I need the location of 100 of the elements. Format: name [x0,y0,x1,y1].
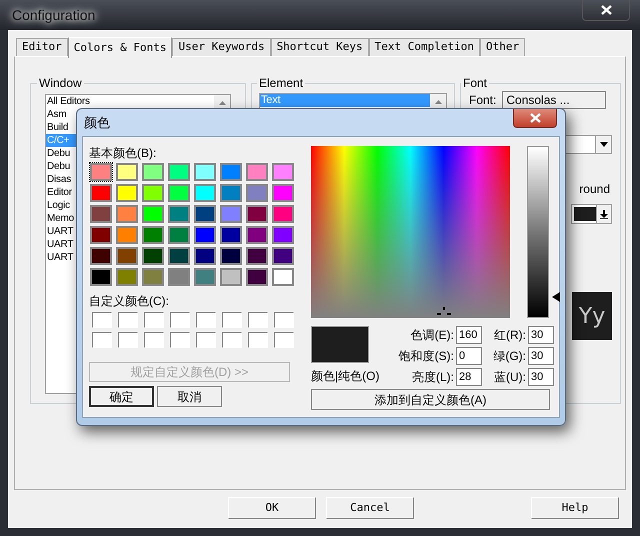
field-label: 亮度(L): [411,369,454,386]
color-swatch[interactable] [219,183,243,203]
color-swatch[interactable] [245,162,269,182]
color-swatch[interactable] [219,204,243,224]
add-to-custom-colors-button[interactable]: 添加到自定义颜色(A) [311,389,550,410]
color-swatch[interactable] [167,183,191,203]
custom-color-swatch[interactable] [92,312,112,328]
custom-color-swatch[interactable] [248,312,268,328]
color-swatch[interactable] [115,204,139,224]
custom-color-swatch[interactable] [274,332,294,348]
input-field[interactable]: 28 [456,368,482,386]
color-swatch[interactable] [271,204,295,224]
field-label: 饱和度(S): [398,348,454,365]
tab[interactable]: Other [480,38,526,56]
color-swatch[interactable] [89,162,113,182]
color-swatch[interactable] [141,267,165,287]
cancel-button[interactable]: Cancel [326,497,414,519]
tab[interactable]: User Keywords [172,38,271,56]
input-field[interactable]: 30 [528,347,554,365]
color-swatch[interactable] [115,225,139,245]
color-swatch[interactable] [193,267,217,287]
custom-color-swatch[interactable] [196,312,216,328]
color-swatch[interactable] [193,183,217,203]
color-swatch[interactable] [89,183,113,203]
custom-color-swatch[interactable] [248,332,268,348]
custom-color-swatch[interactable] [222,312,242,328]
color-swatch[interactable] [193,204,217,224]
custom-color-swatch[interactable] [196,332,216,348]
input-field[interactable]: 0 [456,347,482,365]
color-swatch[interactable] [167,246,191,266]
tab[interactable]: Colors & Fonts [68,37,172,58]
color-swatch[interactable] [167,225,191,245]
cancel-button[interactable]: 取消 [157,386,222,407]
color-swatch[interactable] [245,204,269,224]
help-button[interactable]: Help [531,497,619,519]
color-swatch[interactable] [271,225,295,245]
color-swatch[interactable] [245,246,269,266]
tab[interactable]: Text Completion [368,38,480,56]
custom-color-swatch[interactable] [118,312,138,328]
color-swatch[interactable] [89,267,113,287]
custom-color-swatch[interactable] [118,332,138,348]
color-swatch[interactable] [245,183,269,203]
color-swatch[interactable] [89,225,113,245]
color-swatch[interactable] [115,183,139,203]
color-combo[interactable] [571,204,612,224]
close-button[interactable] [513,109,557,128]
color-swatch[interactable] [167,204,191,224]
window-title: Configuration [11,6,96,25]
ok-button[interactable]: OK [228,497,316,519]
color-swatch[interactable] [219,246,243,266]
color-swatch[interactable] [141,162,165,182]
list-item[interactable]: All Editors [46,95,214,108]
close-icon [530,113,540,123]
color-swatch[interactable] [193,225,217,245]
color-swatch[interactable] [271,267,295,287]
tab[interactable]: Shortcut Keys [270,38,369,56]
font-button[interactable]: Consolas ... [502,91,606,109]
color-swatch[interactable] [271,162,295,182]
color-swatch[interactable] [219,162,243,182]
color-swatch[interactable] [141,204,165,224]
color-swatch[interactable] [115,162,139,182]
color-swatch[interactable] [219,267,243,287]
background-label: round [579,181,610,198]
color-swatch[interactable] [271,246,295,266]
color-swatch[interactable] [115,246,139,266]
input-field[interactable]: 30 [528,368,554,386]
color-swatch[interactable] [245,225,269,245]
color-swatch[interactable] [141,225,165,245]
dialog-title: 颜色 [84,114,110,132]
custom-colors-label: 自定义颜色(C): [89,294,170,308]
field-label: 绿(G): [492,348,526,365]
close-button[interactable] [582,0,630,21]
color-swatch[interactable] [141,183,165,203]
ok-button[interactable]: 确定 [89,386,154,407]
color-swatch[interactable] [167,267,191,287]
group-title: Element [258,75,304,92]
custom-color-swatch[interactable] [170,312,190,328]
crosshair-icon [437,307,451,317]
color-swatch[interactable] [167,162,191,182]
group-title: Font [462,75,488,92]
color-swatch[interactable] [193,246,217,266]
input-field[interactable]: 30 [528,326,554,344]
custom-color-swatch[interactable] [222,332,242,348]
custom-color-swatch[interactable] [274,312,294,328]
color-spectrum[interactable] [311,146,510,318]
color-swatch[interactable] [245,267,269,287]
custom-color-swatch[interactable] [144,332,164,348]
color-swatch[interactable] [271,183,295,203]
color-swatch[interactable] [193,162,217,182]
color-swatch[interactable] [219,225,243,245]
input-field[interactable]: 160 [456,326,482,344]
color-swatch[interactable] [141,246,165,266]
tab[interactable]: Editor [16,38,68,56]
custom-color-swatch[interactable] [170,332,190,348]
luminance-slider-arrow[interactable] [552,292,560,302]
custom-color-swatch[interactable] [92,332,112,348]
color-swatch[interactable] [115,267,139,287]
custom-color-swatch[interactable] [144,312,164,328]
color-swatch[interactable] [89,204,113,224]
color-swatch[interactable] [89,246,113,266]
